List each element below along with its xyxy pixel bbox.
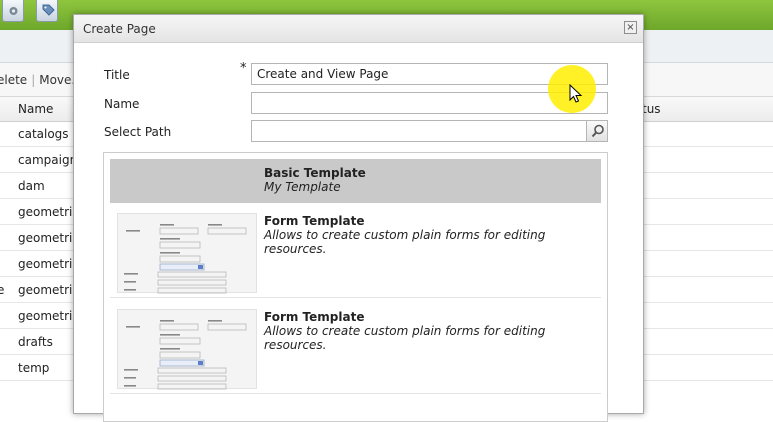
select-path-label: Select Path [104, 125, 172, 139]
dialog-title: Create Page [83, 22, 156, 36]
row-name: temp [18, 361, 50, 375]
row-name: drafts [18, 335, 53, 349]
column-header-status[interactable]: tus [642, 102, 661, 116]
tag-icon [42, 4, 55, 16]
close-icon: × [626, 22, 635, 33]
gear-icon [9, 7, 18, 15]
row-left-cell: e [0, 283, 5, 297]
search-icon [591, 124, 604, 138]
template-description: My Template [264, 180, 341, 194]
title-label: Title [104, 68, 130, 82]
row-name: catalogs [18, 127, 69, 141]
dialog-header[interactable]: Create Page × [74, 15, 643, 43]
select-path-input[interactable] [251, 120, 587, 142]
template-name: Basic Template [264, 166, 366, 180]
template-item-form[interactable]: Form Template Allows to create custom pl… [110, 307, 601, 394]
template-item-basic[interactable]: Basic Template My Template [110, 159, 601, 203]
template-name: Form Template [264, 310, 365, 324]
close-button[interactable]: × [624, 21, 637, 34]
name-label: Name [104, 97, 140, 111]
toolbar-gear-button[interactable] [2, 0, 24, 22]
mouse-cursor-icon [569, 84, 583, 103]
required-marker: * [240, 61, 247, 76]
row-name: dam [18, 179, 45, 193]
path-search-button[interactable] [586, 120, 608, 142]
toolbar-tag-button[interactable] [36, 0, 58, 22]
template-thumbnail [117, 309, 257, 390]
template-name: Form Template [264, 214, 365, 228]
template-list[interactable]: Basic Template My Template Form Template… [103, 152, 608, 422]
column-header-name[interactable]: Name [18, 102, 53, 116]
move-action[interactable]: Move. [39, 73, 75, 87]
template-item-form[interactable]: Form Template Allows to create custom pl… [110, 211, 601, 298]
delete-action[interactable]: elete [0, 73, 27, 87]
template-thumbnail [117, 213, 257, 294]
template-description: Allows to create custom plain forms for … [264, 324, 546, 352]
action-separator: | [31, 73, 36, 87]
template-description: Allows to create custom plain forms for … [264, 228, 546, 256]
